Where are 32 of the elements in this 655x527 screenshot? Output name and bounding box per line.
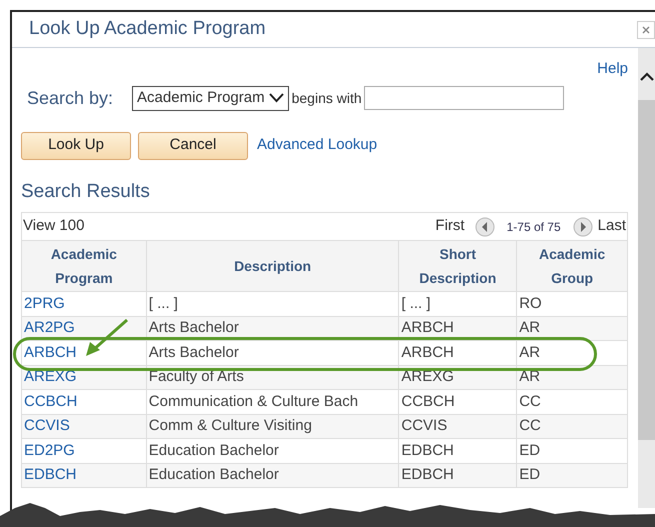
field-dropdown[interactable]: Academic Program	[132, 86, 289, 110]
table-cell: EDBCH	[398, 464, 516, 487]
table-cell: ED	[516, 464, 627, 487]
page-range: 1-75 of 75	[506, 218, 561, 236]
scroll-thumb[interactable]	[638, 100, 655, 440]
results-title: Search Results	[21, 180, 151, 204]
program-link[interactable]: CCVIS	[22, 414, 146, 438]
previous-icon[interactable]	[474, 216, 495, 236]
help-link[interactable]: Help	[597, 58, 628, 80]
program-link[interactable]: 2PRG	[22, 292, 146, 316]
scroll-up-icon[interactable]	[640, 72, 654, 82]
program-link[interactable]: ED2PG	[22, 439, 146, 462]
program-link[interactable]: EDBCH	[22, 464, 146, 487]
action-button[interactable]: Look Up	[21, 132, 131, 160]
action-button[interactable]: Cancel	[138, 132, 248, 160]
program-link[interactable]: AR2PG	[22, 316, 146, 340]
search-input[interactable]	[364, 86, 564, 110]
program-link[interactable]: CCBCH	[22, 390, 146, 414]
advanced-lookup-link[interactable]: Advanced Lookup	[257, 134, 378, 157]
window-title: Look Up Academic Program	[29, 17, 266, 42]
column-header[interactable]: Academic Program	[22, 241, 146, 291]
view-count-link[interactable]: View 100	[23, 215, 84, 238]
chevron-down-icon	[268, 93, 284, 103]
close-icon[interactable]	[637, 20, 655, 38]
operator-label: begins with	[292, 88, 362, 108]
next-icon[interactable]	[572, 216, 593, 236]
scrollbar[interactable]	[638, 48, 655, 508]
table-cell: Education Bachelor	[146, 464, 398, 487]
last-link[interactable]: Last	[598, 215, 626, 238]
program-link[interactable]: ARBCH	[22, 341, 146, 364]
search-label: Search by:	[27, 86, 114, 110]
first-link[interactable]: First	[435, 215, 465, 238]
